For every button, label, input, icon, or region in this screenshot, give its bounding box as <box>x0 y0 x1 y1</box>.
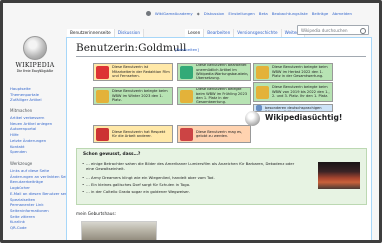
personal-link-beta[interactable]: Beta <box>259 11 268 16</box>
sidebar-heading-werkzeuge: Werkzeuge <box>10 161 33 166</box>
userbox-text: Nach 10.296 Edits ist sie dem besonderen… <box>265 105 322 111</box>
tab-discussion[interactable]: Diskussion <box>114 29 145 37</box>
tab-read[interactable]: Lesen <box>185 29 205 37</box>
view-tabs: Lesen Bearbeiten Versionsgeschichte Weit… <box>185 27 305 37</box>
personal-tools: WikiGameAcademy ◆ Diskussion Einstellung… <box>145 11 352 16</box>
userbox: Diese Benutzerin belegte beim WBW im Her… <box>253 63 333 81</box>
userbox-icon <box>256 105 262 111</box>
sidebar-item-zufall[interactable]: Zufälliger Artikel <box>10 97 66 103</box>
sidebar-heading-mitmachen: Mitmachen <box>10 108 33 113</box>
personal-link-logout[interactable]: Abmelden <box>332 11 352 16</box>
personal-link-prefs[interactable]: Einstellungen <box>228 11 254 16</box>
userbox: Diese Benutzerin bearbeitet unermüdlich … <box>177 63 251 81</box>
userbox: Diese Benutzerin mag es, gelobt zu werde… <box>177 125 251 143</box>
logo-wordmark: WIKIPEDIA <box>15 62 55 69</box>
userbox-text: Diese Benutzerin belegte beim WBW im Her… <box>272 65 328 79</box>
personal-link-talk[interactable]: Diskussion <box>204 11 225 16</box>
userbox-icon <box>96 65 109 79</box>
userbox: Diese Benutzerin ist Mitarbeiterin der R… <box>93 63 173 81</box>
tab-history[interactable]: Versionsgeschichte <box>234 29 282 37</box>
sidebar-item[interactable]: Spenden <box>10 149 66 155</box>
did-you-know-box: Schon gewusst, dass…? … einige Betrachte… <box>76 148 367 205</box>
wikipedia-logo[interactable]: WIKIPEDIA Die freie Enzyklopädie <box>9 36 61 78</box>
search-input[interactable]: Wikipedia durchsuchen <box>297 25 369 35</box>
wikipediasuechtig-label: Wikipediasüchtig! <box>265 113 343 122</box>
did-you-know-photo[interactable] <box>318 162 360 189</box>
personal-link-watchlist[interactable]: Beobachtungsliste <box>272 11 308 16</box>
userbox: Diese Benutzerin belegte beim WBW von 20… <box>253 82 333 102</box>
birthplace-heading: mein Geburtshaus: <box>76 211 116 216</box>
userbox-text: Diese Benutzerin bearbeitet unermüdlich … <box>196 63 248 81</box>
sidebar-item[interactable]: QR-Code <box>10 225 66 231</box>
user-icon <box>145 11 151 16</box>
namespace-tabs: Benutzerinnenseite Diskussion <box>67 27 145 37</box>
userbox-icon <box>96 127 109 141</box>
sidebar-item[interactable]: E-Mail an diesen Benutzer senden <box>10 191 66 197</box>
tab-edit[interactable]: Bearbeiten <box>204 29 235 37</box>
userbox-text: Diese Benutzerin mag es, gelobt zu werde… <box>196 129 243 138</box>
userbox: Diese Benutzerin belegte beim WBW im Frü… <box>177 87 251 105</box>
title-divider <box>76 56 366 57</box>
wiki-page: WikiGameAcademy ◆ Diskussion Einstellung… <box>0 0 382 243</box>
userbox-icon <box>180 89 193 103</box>
sidebar-main: Hauptseite Themenportale Zufälliger Arti… <box>10 86 66 103</box>
userbox-icon <box>256 65 269 79</box>
did-you-know-item: … Ein kleines gallisches Dorf sorgt für … <box>82 182 301 188</box>
userbox-text: Diese Benutzerin belegte beim WBW im Win… <box>112 89 168 103</box>
userbox-icon <box>180 65 193 79</box>
did-you-know-item: … in der Coltello Grada sogar ein golden… <box>82 189 301 195</box>
userbox-text: Diese Benutzerin belegte beim WBW im Frü… <box>196 87 248 105</box>
page-title: Benutzerin:Goldmull <box>76 42 187 54</box>
birthplace-photo[interactable] <box>81 221 157 243</box>
username-link[interactable]: WikiGameAcademy <box>155 11 193 16</box>
userbox-text: Diese Benutzerin hat Respekt für die Arb… <box>112 129 166 138</box>
wikipedia-globe-icon <box>245 111 260 126</box>
userbox: Nach 10.296 Edits ist sie dem besonderen… <box>253 104 333 112</box>
did-you-know-item: … einige Betrachter sahen die Bilder des… <box>82 161 301 171</box>
sidebar-werkzeuge: Werkzeuge Links auf diese Seite Änderung… <box>10 161 66 231</box>
logo-tagline: Die freie Enzyklopädie <box>16 69 54 73</box>
bell-icon[interactable]: ◆ <box>197 11 200 16</box>
did-you-know-item: … Army Dreamers klingt wie ein Wiegenlie… <box>82 175 301 181</box>
edit-link[interactable]: [Bearbeiten] <box>175 47 199 52</box>
userbox-icon <box>96 89 109 103</box>
userbox-text: Diese Benutzerin belegte beim WBW von 20… <box>272 85 330 99</box>
sidebar-mitmachen: Mitmachen Artikel verbessern Neuen Artik… <box>10 108 66 155</box>
globe-icon <box>23 36 47 60</box>
userbox: Diese Benutzerin belegte beim WBW im Win… <box>93 87 173 105</box>
userbox-icon <box>180 127 193 141</box>
userbox-icon <box>256 85 269 99</box>
tab-userpage[interactable]: Benutzerinnenseite <box>67 29 115 37</box>
userbox-text: Diese Benutzerin ist Mitarbeiterin der R… <box>112 65 170 79</box>
userbox: Diese Benutzerin hat Respekt für die Arb… <box>93 125 173 143</box>
personal-link-contribs[interactable]: Beiträge <box>312 11 329 16</box>
did-you-know-heading: Schon gewusst, dass…? <box>83 152 141 157</box>
